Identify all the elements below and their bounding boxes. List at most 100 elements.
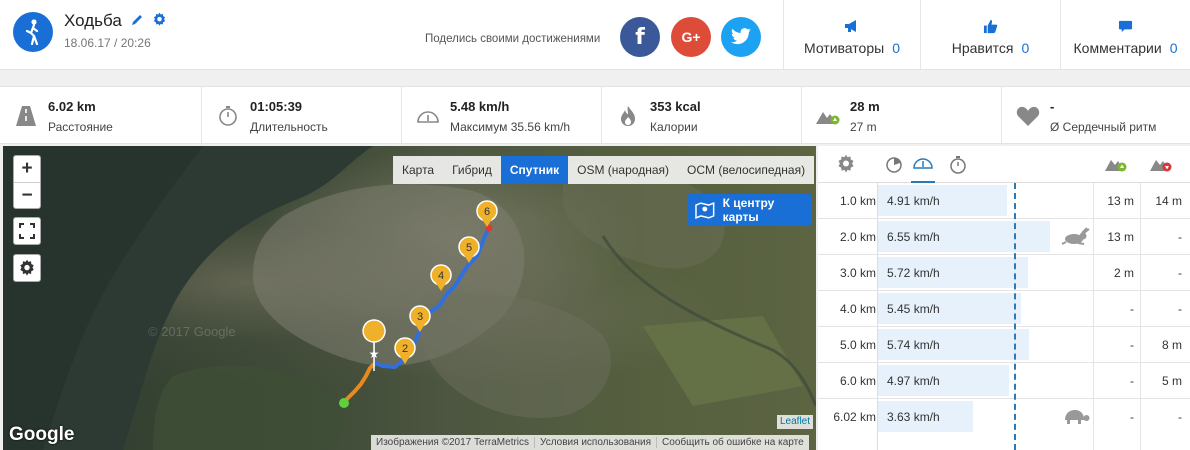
split-row[interactable]: 6.02 km 3.63 km/h - - xyxy=(818,399,1190,435)
split-row[interactable]: 5.0 km 5.74 km/h - 8 m xyxy=(818,327,1190,363)
speed-tab[interactable] xyxy=(911,151,935,183)
elevation-down-header xyxy=(1149,155,1173,178)
fullscreen-button[interactable] xyxy=(14,218,40,244)
split-elevation-up: - xyxy=(1130,302,1134,316)
center-map-label: К центру карты xyxy=(722,196,775,224)
split-elevation-up: - xyxy=(1130,410,1134,424)
map-settings-control xyxy=(13,254,41,282)
stat-calories: 353 kcal Калории xyxy=(602,87,802,145)
stat-label: Максимум 35.56 km/h xyxy=(450,120,571,134)
split-elevation-down: 14 m xyxy=(1155,194,1182,208)
motivators-label: Мотиваторы xyxy=(804,39,885,56)
layer-satellite[interactable]: Спутник xyxy=(500,156,569,184)
layer-osm[interactable]: OSM (народная) xyxy=(568,156,678,184)
split-row[interactable]: 4.0 km 5.45 km/h - - xyxy=(818,291,1190,327)
split-elevation-up: 13 m xyxy=(1107,230,1134,244)
stat-duration: 01:05:39 Длительность xyxy=(202,87,402,145)
report-error-link[interactable]: Сообщить об ошибке на карте xyxy=(656,437,809,448)
stats-bar: 6.02 km Расстояние 01:05:39 Длительность… xyxy=(0,86,1190,145)
stat-label: 27 m xyxy=(850,120,877,134)
splits-header xyxy=(818,146,1190,183)
route-track-start xyxy=(341,361,377,405)
split-speed: 5.74 km/h xyxy=(887,338,940,352)
comments-counter[interactable]: Комментарии 0 xyxy=(1060,0,1190,70)
split-elevation-down: 8 m xyxy=(1161,338,1182,352)
edit-pencil-icon[interactable] xyxy=(130,13,144,30)
leaflet-link[interactable]: Leaflet xyxy=(777,415,814,429)
stopwatch-icon xyxy=(950,156,966,174)
svg-text:6: 6 xyxy=(484,206,490,218)
zoom-in-button[interactable]: + xyxy=(14,156,40,182)
split-elevation-up: - xyxy=(1130,338,1134,352)
map-watermark: © 2017 Google xyxy=(148,324,236,339)
layer-hybrid[interactable]: Гибрид xyxy=(443,156,501,184)
activity-datetime: 18.06.17 / 20:26 xyxy=(64,36,151,50)
activity-title: Ходьба xyxy=(64,11,167,31)
speedometer-icon xyxy=(913,158,933,169)
stat-heart-rate: - Ø Сердечный ритм xyxy=(1002,87,1190,145)
split-elevation-up: 2 m xyxy=(1113,266,1134,280)
svg-text:★: ★ xyxy=(369,347,380,361)
zoom-out-button[interactable]: − xyxy=(14,182,40,208)
speedometer-icon xyxy=(415,103,441,129)
facebook-share-button[interactable]: f xyxy=(620,17,660,57)
fullscreen-icon xyxy=(19,223,35,239)
likes-count: 0 xyxy=(1021,39,1030,56)
route-map[interactable]: © 2017 Google ★ 2 3 4 5 6 + − Карта Гибр… xyxy=(3,146,816,450)
share-text: Поделись своими достижениями xyxy=(425,33,601,45)
zoom-control: + − xyxy=(13,155,41,209)
time-tab[interactable] xyxy=(949,155,967,179)
split-distance: 1.0 km xyxy=(839,194,876,208)
svg-text:5: 5 xyxy=(466,242,472,254)
comments-count: 0 xyxy=(1169,39,1178,56)
google-plus-icon: G+ xyxy=(681,29,701,45)
split-elevation-down: - xyxy=(1178,230,1182,244)
split-speed: 4.91 km/h xyxy=(887,194,940,208)
stat-value: 6.02 km xyxy=(48,99,96,114)
road-icon xyxy=(13,103,39,129)
stat-speed: 5.48 km/h Максимум 35.56 km/h xyxy=(402,87,602,145)
stat-label: Калории xyxy=(650,120,698,134)
twitter-share-button[interactable] xyxy=(721,17,761,57)
map-layer-switcher: Карта Гибрид Спутник OSM (народная) OCM … xyxy=(393,156,815,184)
split-row[interactable]: 3.0 km 5.72 km/h 2 m - xyxy=(818,255,1190,291)
twitter-icon xyxy=(731,28,751,45)
stat-value: 353 kcal xyxy=(650,99,701,114)
activity-title-text: Ходьба xyxy=(64,11,122,30)
pace-tab[interactable] xyxy=(885,155,903,178)
split-elevation-down: - xyxy=(1178,302,1182,316)
split-speed: 3.63 km/h xyxy=(887,410,940,424)
google-plus-share-button[interactable]: G+ xyxy=(671,17,711,57)
split-elevation-up: 13 m xyxy=(1107,194,1134,208)
split-elevation-down: 5 m xyxy=(1161,374,1182,388)
splits-settings-button[interactable] xyxy=(836,154,856,179)
elevation-up-header xyxy=(1104,155,1128,178)
activity-header: Ходьба 18.06.17 / 20:26 Поделись своими … xyxy=(0,0,1190,70)
motivators-counter[interactable]: Мотиваторы 0 xyxy=(783,0,920,70)
stat-distance: 6.02 km Расстояние xyxy=(0,87,202,145)
center-map-button[interactable]: К центру карты xyxy=(687,194,812,226)
split-elevation-down: - xyxy=(1178,266,1182,280)
split-speed: 5.72 km/h xyxy=(887,266,940,280)
likes-counter[interactable]: Нравится 0 xyxy=(920,0,1060,70)
walking-icon xyxy=(13,12,53,52)
layer-ocm[interactable]: OCM (велосипедная) xyxy=(678,156,814,184)
split-speed: 5.45 km/h xyxy=(887,302,940,316)
imagery-credit: Изображения ©2017 TerraMetrics xyxy=(376,437,530,448)
split-row[interactable]: 6.0 km 4.97 km/h - 5 m xyxy=(818,363,1190,399)
turtle-icon xyxy=(1062,408,1090,428)
google-logo: Google xyxy=(9,424,75,445)
terms-link[interactable]: Условия использования xyxy=(534,437,656,448)
map-settings-button[interactable] xyxy=(14,255,40,281)
average-speed-line xyxy=(1014,183,1016,450)
elevation-icon xyxy=(815,103,841,129)
split-speed: 6.55 km/h xyxy=(887,230,940,244)
satellite-imagery: © 2017 Google ★ 2 3 4 5 6 xyxy=(3,146,816,450)
elevation-down-icon xyxy=(1150,160,1172,172)
split-row[interactable]: 1.0 km 4.91 km/h 13 m 14 m xyxy=(818,183,1190,219)
gear-icon[interactable] xyxy=(152,12,167,30)
split-distance: 6.02 km xyxy=(833,410,876,424)
facebook-icon: f xyxy=(635,24,645,50)
layer-map[interactable]: Карта xyxy=(393,156,443,184)
split-row[interactable]: 2.0 km 6.55 km/h 13 m - xyxy=(818,219,1190,255)
